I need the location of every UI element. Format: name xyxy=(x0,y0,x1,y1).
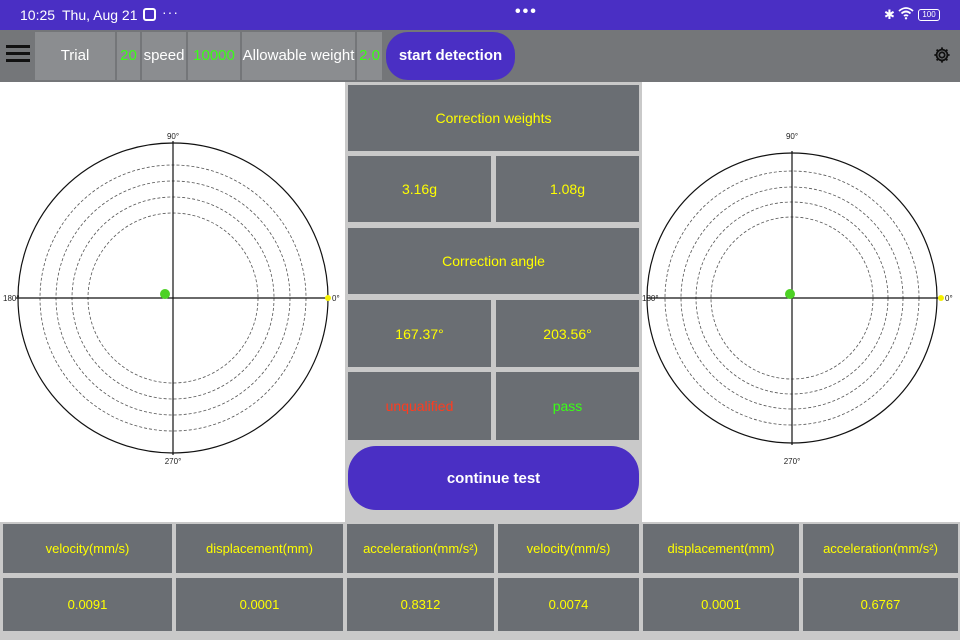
table-header: velocity(mm/s) xyxy=(3,524,172,573)
weight-left-value: 3.16g xyxy=(348,156,491,222)
battery-icon: 100 xyxy=(918,9,940,21)
multitask-dots-icon[interactable]: ••• xyxy=(515,3,538,21)
table-header: displacement(mm) xyxy=(176,524,343,573)
wifi-icon xyxy=(898,7,914,20)
right-polar-plot: 90° 270° 180° 0° xyxy=(642,132,953,466)
table-header: acceleration(mm/s²) xyxy=(803,524,958,573)
correction-weights-label: Correction weights xyxy=(348,85,639,151)
trial-weight-value[interactable]: 20 xyxy=(117,32,140,80)
angle-left-value: 167.37° xyxy=(348,300,491,367)
start-detection-button[interactable]: start detection xyxy=(386,32,515,80)
table-header: acceleration(mm/s²) xyxy=(347,524,494,573)
label-270: 270° xyxy=(784,457,801,466)
correction-angle-label: Correction angle xyxy=(348,228,639,294)
label-270: 270° xyxy=(165,457,182,466)
table-header: displacement(mm) xyxy=(643,524,799,573)
table-header: velocity(mm/s) xyxy=(498,524,639,573)
speed-label: speed xyxy=(142,32,186,80)
more-notifications-icon: ··· xyxy=(162,4,179,20)
allowable-weight-value[interactable]: 2.0 xyxy=(357,32,382,80)
allowable-weight-label: Allowable weight xyxy=(242,32,355,80)
status-bar: 10:25 Thu, Aug 21 ··· ••• ✱ 100 xyxy=(0,0,960,30)
status-right-badge: pass xyxy=(496,372,639,440)
trial-weight-label: Trial weight: xyxy=(35,32,115,112)
angle-right-value: 203.56° xyxy=(496,300,639,367)
status-left-badge: unqualified xyxy=(348,372,491,440)
table-cell: 0.0074 xyxy=(498,578,639,631)
label-180: 180° xyxy=(3,294,20,303)
weight-right-value: 1.08g xyxy=(496,156,639,222)
reference-marker xyxy=(325,295,331,301)
status-date: Thu, Aug 21 xyxy=(62,7,138,23)
label-180: 180° xyxy=(642,294,659,303)
speed-value[interactable]: 10000 xyxy=(188,32,240,80)
continue-test-button[interactable]: continue test xyxy=(348,446,639,510)
label-0: 0° xyxy=(332,294,340,303)
app-notification-icon xyxy=(143,8,156,21)
table-cell: 0.8312 xyxy=(347,578,494,631)
table-cell: 0.6767 xyxy=(803,578,958,631)
label-0: 0° xyxy=(945,294,953,303)
table-cell: 0.0001 xyxy=(176,578,343,631)
table-cell: 0.0001 xyxy=(643,578,799,631)
table-cell: 0.0091 xyxy=(3,578,172,631)
left-polar-plot: 90° 270° 180° 0° xyxy=(3,132,340,466)
measurement-point xyxy=(160,289,170,299)
bluetooth-icon: ✱ xyxy=(884,7,895,22)
gear-icon[interactable] xyxy=(933,46,951,64)
status-time: 10:25 xyxy=(20,7,56,23)
label-90: 90° xyxy=(167,132,179,141)
label-90: 90° xyxy=(786,132,798,141)
menu-icon[interactable] xyxy=(6,45,30,65)
measurement-point xyxy=(785,289,795,299)
reference-marker xyxy=(938,295,944,301)
